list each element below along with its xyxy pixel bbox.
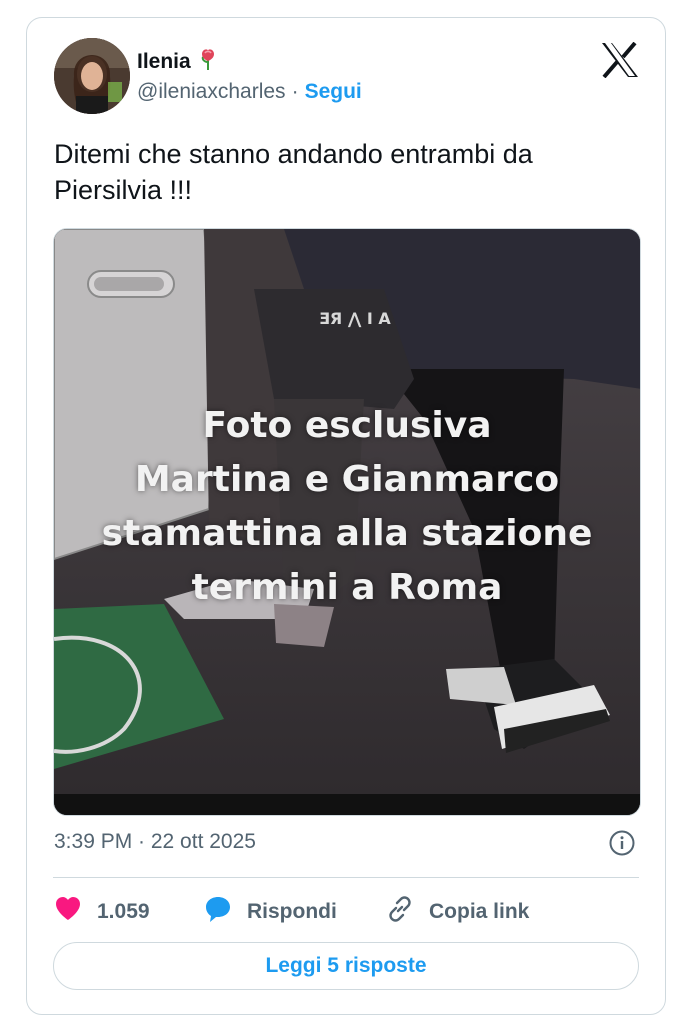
follow-button[interactable]: Segui [305, 80, 362, 104]
like-button[interactable]: 1.059 [53, 894, 203, 930]
avatar[interactable] [54, 38, 130, 114]
speech-bubble-icon [203, 894, 233, 930]
info-icon[interactable] [609, 830, 635, 856]
divider [53, 877, 639, 878]
x-logo-icon[interactable] [600, 41, 640, 79]
tweet-timestamp[interactable]: 3:39 PM · 22 ott 2025 [54, 830, 256, 854]
caption-line: termini a Roma [191, 567, 503, 608]
separator-dot: · [291, 80, 299, 103]
like-count: 1.059 [97, 900, 150, 923]
caption-line: Martina e Gianmarco [134, 459, 560, 500]
reply-button[interactable]: Rispondi [203, 894, 385, 930]
tweet-text: Ditemi che stanno andando entrambi da Pi… [54, 139, 533, 205]
caption-line: stamattina alla stazione [101, 513, 593, 554]
read-replies-button[interactable]: Leggi 5 risposte [53, 942, 639, 990]
heart-icon [53, 894, 83, 930]
tweet-card: Ilenia @ileniaxcharles · Segui Ditemi ch… [26, 17, 666, 1015]
link-icon [385, 894, 415, 930]
action-bar: 1.059 Rispondi Copia link [53, 892, 529, 932]
caption-line: Foto esclusiva [202, 405, 492, 446]
media-caption: Foto esclusiva Martina e Gianmarco stama… [54, 399, 640, 615]
copy-link-button[interactable]: Copia link [385, 894, 529, 930]
rose-icon [199, 48, 217, 75]
copy-link-label: Copia link [429, 900, 530, 923]
reply-label: Rispondi [247, 900, 337, 923]
author-handle[interactable]: @ileniaxcharles [137, 80, 286, 104]
author-name[interactable]: Ilenia [137, 50, 191, 74]
svg-text:ƎЯ ⋀ I A: ƎЯ ⋀ I A [319, 309, 391, 328]
tweet-media[interactable]: ƎЯ ⋀ I A Foto esclusiva Martina e Gianma… [53, 228, 641, 816]
